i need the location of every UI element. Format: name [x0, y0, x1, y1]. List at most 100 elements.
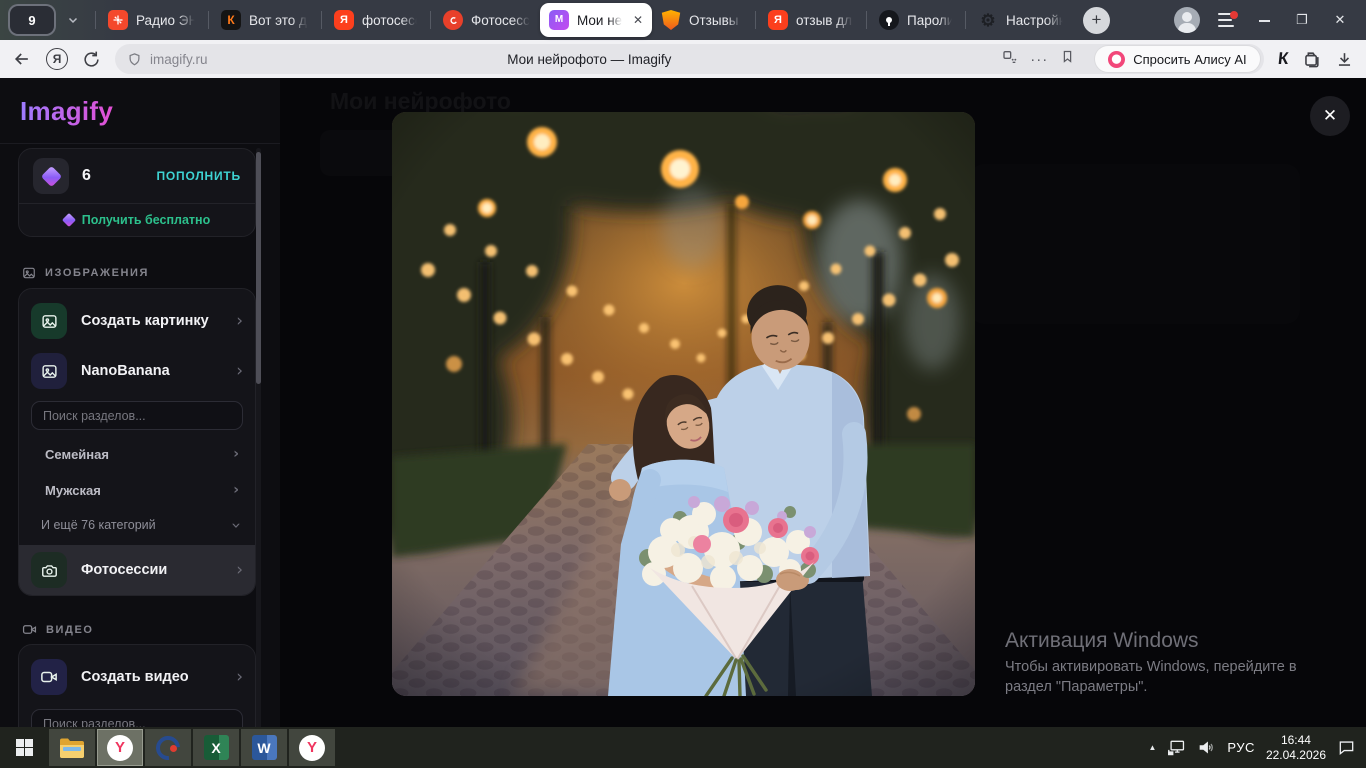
taskbar-excel[interactable]: X: [193, 729, 239, 766]
taskbar-clock[interactable]: 16:44 22.04.2026: [1266, 733, 1326, 763]
taskbar-kontur-app[interactable]: [145, 729, 191, 766]
tab-radio-energy[interactable]: Радио ЭНЕ: [99, 4, 205, 36]
gem-icon: [40, 165, 61, 186]
chevron-right-icon: ›: [236, 669, 243, 686]
tab-close-icon[interactable]: ✕: [633, 13, 643, 27]
browser-menu-icon[interactable]: [1218, 13, 1236, 27]
volume-icon[interactable]: [1197, 739, 1216, 756]
tab-title: Мои ней: [577, 13, 623, 28]
back-button[interactable]: [12, 49, 32, 69]
chevron-right-icon: ›: [236, 313, 243, 330]
network-icon[interactable]: [1167, 739, 1186, 756]
section-title: ВИДЕО: [46, 624, 94, 636]
taskbar-word[interactable]: W: [241, 729, 287, 766]
tab-reviews[interactable]: Отзывы о: [652, 4, 752, 36]
kontur-icon: К: [221, 10, 241, 30]
taskbar-yandex-browser-2[interactable]: Y: [289, 729, 335, 766]
bookmark-icon[interactable]: [1060, 49, 1075, 69]
images-card: Создать картинку › NanoBanana › Семейная…: [18, 288, 256, 596]
translate-page-icon[interactable]: [1002, 49, 1018, 70]
language-indicator[interactable]: РУС: [1227, 740, 1255, 755]
window-minimize-button[interactable]: [1254, 13, 1274, 28]
balance-row: 6 ПОПОЛНИТЬ: [19, 149, 255, 204]
imagify-favicon: M: [549, 10, 569, 30]
chevron-right-icon: ›: [236, 562, 243, 579]
create-video-item[interactable]: Создать видео ›: [31, 653, 243, 701]
get-free-button[interactable]: Получить бесплатно: [19, 203, 255, 236]
create-image-item[interactable]: Создать картинку ›: [31, 297, 243, 345]
keyhole-icon: [879, 10, 899, 30]
new-tab-button[interactable]: +: [1083, 7, 1110, 34]
tab-list-chevron-icon[interactable]: [58, 6, 88, 34]
image-icon: [31, 353, 67, 389]
alice-icon: [1108, 51, 1125, 68]
tab-counter-button[interactable]: 9: [10, 6, 54, 34]
taskbar-file-explorer[interactable]: [49, 729, 95, 766]
tab-count: 9: [28, 13, 35, 28]
image-icon: [22, 266, 36, 280]
desktop: 9 Радио ЭНЕ К Вот это др Я фотосесси Фот…: [0, 0, 1366, 768]
tray-caret-up-icon[interactable]: ▲: [1148, 743, 1156, 752]
kinopoisk-icon[interactable]: К: [1277, 49, 1289, 69]
modal-close-button[interactable]: ✕: [1310, 96, 1350, 136]
more-categories-item[interactable]: И ещё 76 категорий ›: [41, 511, 239, 539]
profile-avatar[interactable]: [1174, 7, 1200, 33]
imagify-logo[interactable]: Imagify: [20, 96, 113, 127]
red-spiral-icon: [443, 10, 463, 30]
yandex-home-icon[interactable]: Я: [46, 48, 68, 70]
modal-overlay[interactable]: Мои нейрофото: [280, 78, 1366, 768]
topup-button[interactable]: ПОПОЛНИТЬ: [157, 169, 242, 183]
url-text[interactable]: imagify.ru: [150, 52, 208, 67]
watermark-title: Активация Windows: [1005, 629, 1297, 653]
tab-review-for[interactable]: Я отзыв для: [759, 4, 863, 36]
page-title: Мои нейрофото — Imagify: [215, 52, 964, 67]
category-male-item[interactable]: Мужская ›: [45, 475, 239, 505]
tab-passwords[interactable]: Пароли: [870, 4, 962, 36]
shield-icon: [661, 10, 681, 30]
refresh-button[interactable]: [82, 50, 101, 69]
sidebar-header: Imagify: [0, 78, 280, 144]
downloads-icon[interactable]: [1335, 50, 1354, 69]
category-family-item[interactable]: Семейная ›: [45, 439, 239, 469]
address-bar[interactable]: imagify.ru Мои нейрофото — Imagify ··· С…: [115, 44, 1264, 74]
tab-divider: [321, 11, 322, 29]
yandex-icon: Я: [334, 10, 354, 30]
tab-imagify-active[interactable]: M Мои ней ✕: [540, 3, 652, 37]
nanobanana-item[interactable]: NanoBanana ›: [31, 347, 243, 395]
window-close-button[interactable]: ✕: [1330, 12, 1350, 28]
image-icon: [31, 303, 67, 339]
excel-icon: X: [204, 735, 229, 760]
camera-icon: [31, 552, 67, 588]
category-label: Семейная: [45, 447, 109, 462]
images-section-label: ИЗОБРАЖЕНИЯ: [22, 266, 149, 280]
section-title: ИЗОБРАЖЕНИЯ: [45, 267, 149, 279]
window-maximize-button[interactable]: ❐: [1292, 12, 1312, 28]
ask-alice-button[interactable]: Спросить Алису AI: [1095, 46, 1259, 72]
taskbar-yandex-browser-active[interactable]: Y: [97, 729, 143, 766]
collections-icon[interactable]: [1302, 50, 1321, 69]
tab-settings[interactable]: ⚙ Настройки: [969, 4, 1073, 36]
start-button[interactable]: [0, 727, 48, 768]
yandex-icon: Я: [768, 10, 788, 30]
item-label: NanoBanana: [81, 363, 170, 379]
more-actions-icon[interactable]: ···: [1030, 51, 1048, 68]
scrollbar-thumb[interactable]: [256, 152, 261, 384]
tab-kontur[interactable]: К Вот это др: [212, 4, 318, 36]
photosessions-item[interactable]: Фотосессии ›: [19, 545, 255, 595]
item-label: Создать видео: [81, 669, 189, 685]
sections-search-input[interactable]: [31, 401, 243, 430]
category-label: Мужская: [45, 483, 101, 498]
tab-photosession[interactable]: Фотосесси: [434, 4, 540, 36]
gear-icon: ⚙: [978, 10, 998, 30]
site-shield-icon[interactable]: [127, 52, 142, 67]
notification-center-icon[interactable]: [1337, 739, 1356, 756]
neurophoto-art: [392, 112, 975, 696]
tab-divider: [755, 11, 756, 29]
radio-station-icon: [108, 10, 128, 30]
tab-yandex-photo[interactable]: Я фотосесси: [325, 4, 427, 36]
windows-taskbar: Y X W Y ▲ РУС 16:44 22.04.2026: [0, 727, 1366, 768]
generated-neurophoto: [392, 112, 975, 696]
sidebar-scrollbar[interactable]: [256, 148, 261, 764]
chevron-right-icon: ›: [233, 447, 239, 461]
yandex-browser-icon: Y: [107, 735, 133, 761]
